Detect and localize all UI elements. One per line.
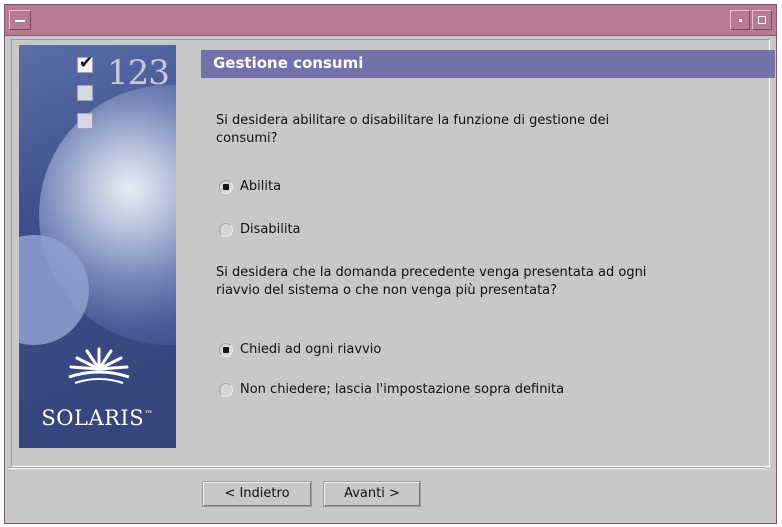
radio-chiedi-ad-ogni-riavvio[interactable] xyxy=(219,343,233,357)
radio-chiedi-label[interactable]: Chiedi ad ogni riavvio xyxy=(240,342,381,357)
bottom-separator xyxy=(8,467,765,469)
back-button[interactable]: < Indietro xyxy=(202,481,312,507)
menu-icon xyxy=(15,20,25,22)
page-title: Gestione consumi xyxy=(201,50,775,78)
title-bar xyxy=(5,5,776,36)
solaris-side-panel: ✔ 123 SOLARIS™ xyxy=(19,45,176,448)
step-checkbox-3-icon xyxy=(77,113,93,129)
step-checkbox-2-icon xyxy=(77,85,93,101)
question1-text-line2: consumi? xyxy=(216,131,278,146)
maximize-button[interactable] xyxy=(752,10,772,30)
window-menu-button[interactable] xyxy=(9,10,31,30)
radio-disabilita[interactable] xyxy=(219,223,233,237)
question2-text-line2: riavvio del sistema o che non venga più … xyxy=(216,283,558,298)
maximize-icon xyxy=(758,16,766,24)
radio-abilita[interactable] xyxy=(219,180,233,194)
question1-text-line1: Si desidera abilitare o disabilitare la … xyxy=(216,113,610,128)
minimize-button[interactable] xyxy=(730,10,750,30)
radio-disabilita-label[interactable]: Disabilita xyxy=(240,222,301,237)
radio-abilita-label[interactable]: Abilita xyxy=(240,179,281,194)
solaris-sun-icon xyxy=(68,347,130,384)
radio-non-chiedere-label[interactable]: Non chiedere; lascia l'impostazione sopr… xyxy=(240,382,564,397)
minimize-icon xyxy=(739,19,742,22)
solaris-logo: SOLARIS™ xyxy=(41,406,154,430)
step-checkbox-1-icon: ✔ xyxy=(77,53,94,73)
next-button[interactable]: Avanti > xyxy=(323,481,421,507)
steps-number: 123 xyxy=(107,53,170,93)
question2-text-line1: Si desidera che la domanda precedente ve… xyxy=(216,265,647,280)
radio-non-chiedere[interactable] xyxy=(219,383,233,397)
